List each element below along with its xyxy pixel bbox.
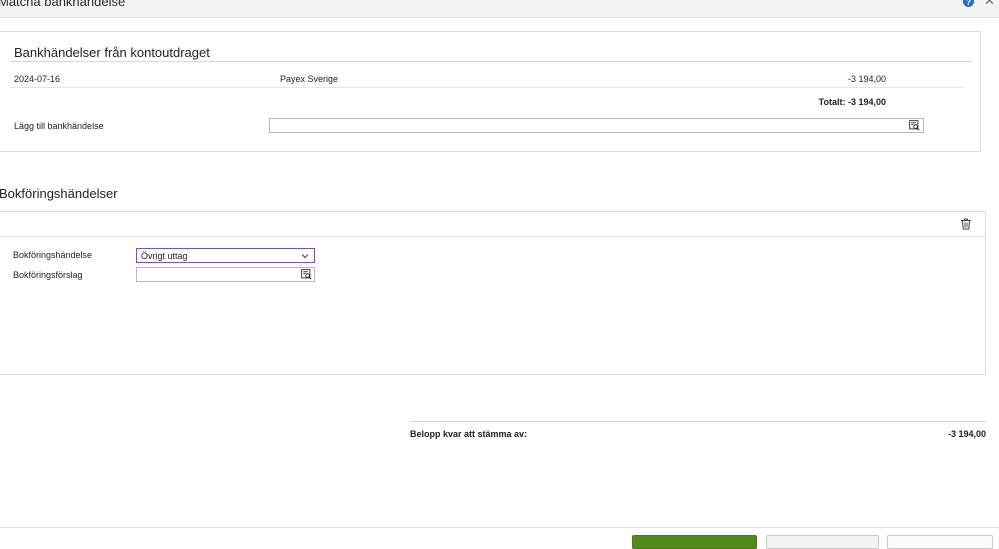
chevron-down-icon (301, 254, 309, 259)
lookup-icon[interactable] (301, 269, 312, 280)
dialog-title: Matcha bankhändelse (0, 0, 126, 9)
add-bank-transaction-input[interactable] (269, 118, 924, 133)
booking-event-value: Övrigt uttag (141, 251, 188, 261)
divider (10, 61, 972, 62)
tertiary-button[interactable] (887, 535, 993, 549)
booking-suggestion-label: Bokföringsförslag (13, 270, 83, 280)
close-icon[interactable]: ✕ (984, 0, 995, 9)
dialog-titlebar (0, 0, 999, 18)
transaction-name: Payex Sverige (280, 74, 339, 84)
transaction-amount: -3 194,00 (847, 74, 886, 84)
booking-events-heading: Bokföringshändelser (0, 186, 118, 201)
remaining-amount-value: -3 194,00 (947, 429, 986, 439)
bank-total: Totalt: -3 194,00 (818, 97, 886, 107)
divider (410, 421, 986, 422)
secondary-button[interactable] (766, 535, 879, 549)
footer-divider (0, 527, 999, 528)
bank-transactions-heading: Bankhändelser från kontoutdraget (14, 45, 210, 60)
lookup-icon[interactable] (909, 120, 920, 131)
booking-suggestion-input[interactable] (136, 267, 315, 282)
booking-event-label: Bokföringshändelse (13, 250, 93, 260)
remaining-amount-label: Belopp kvar att stämma av: (410, 429, 528, 439)
divider (10, 87, 965, 88)
primary-button[interactable] (632, 535, 757, 549)
divider (0, 236, 985, 237)
trash-icon[interactable] (960, 218, 972, 230)
transaction-date: 2024-07-16 (14, 74, 61, 84)
booking-event-select[interactable]: Övrigt uttag (136, 248, 315, 263)
add-bank-transaction-label: Lägg till bankhändelse (14, 121, 104, 131)
